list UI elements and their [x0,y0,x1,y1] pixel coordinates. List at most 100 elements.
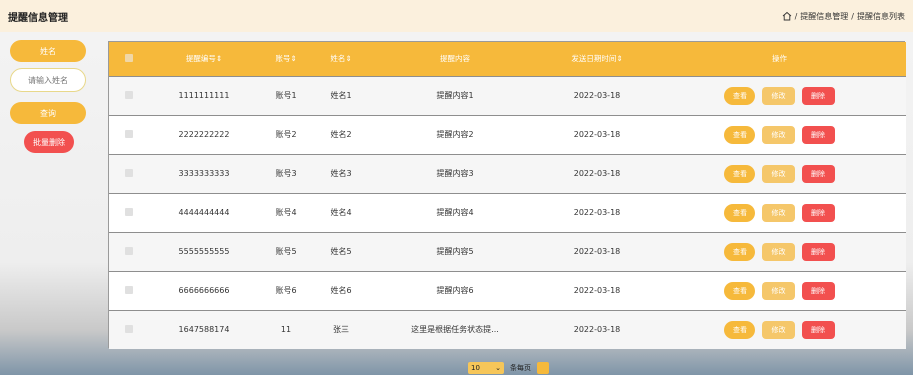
cell-date: 2022-03-18 [573,247,621,256]
cell-content: 提醒内容1 [436,91,474,100]
view-button[interactable]: 查看 [724,86,756,105]
column-header-content: 提醒内容 [440,54,470,64]
edit-button[interactable]: 修改 [762,86,795,105]
top-bar: 提醒信息管理 / 提醒信息管理 / 提醒信息列表 [0,0,913,32]
cell-content: 提醒内容4 [436,208,474,217]
row-checkbox[interactable] [125,207,133,216]
view-button[interactable]: 查看 [724,242,756,261]
row-checkbox[interactable] [125,129,133,138]
column-header-date[interactable]: 发送日期时间⇕ [541,42,653,76]
edit-button[interactable]: 修改 [762,242,795,261]
cell-content: 提醒内容5 [436,247,474,256]
row-select-cell [109,271,149,310]
per-page-label: 条每页 [510,364,531,372]
cell-name: 姓名1 [330,91,352,100]
chevron-down-icon: ⌄ [495,364,501,372]
cell-actions: 查看 修改 删除 [653,193,906,232]
row-select-cell [109,193,149,232]
page-size-select[interactable]: 10 ⌄ [468,362,504,374]
page-button[interactable] [537,362,549,374]
search-panel: 姓名 查询 批量删除 [10,40,88,153]
cell-content: 提醒内容2 [436,130,474,139]
cell-id: 1647588174 [178,325,230,335]
cell-actions: 查看 修改 删除 [653,310,906,349]
cell-date: 2022-03-18 [573,169,621,178]
cell-id: 1111111111 [178,91,230,100]
delete-button[interactable]: 删除 [801,125,835,144]
delete-button[interactable]: 删除 [801,164,835,183]
column-header-id[interactable]: 提醒编号⇕ [149,42,259,76]
delete-button[interactable]: 删除 [801,203,835,222]
breadcrumb: / 提醒信息管理 / 提醒信息列表 [782,11,905,22]
reminder-table: 提醒编号⇕ 账号⇕ 姓名⇕ 提醒内容 发送日期时间⇕ 操作 1111111111… [108,41,906,349]
cell-date: 2022-03-18 [573,91,621,100]
cell-actions: 查看 修改 删除 [653,232,906,271]
cell-id: 3333333333 [178,169,230,178]
cell-id: 6666666666 [178,286,230,295]
row-select-cell [109,232,149,271]
row-checkbox[interactable] [125,324,133,333]
breadcrumb-item-manage[interactable]: 提醒信息管理 [800,11,848,22]
delete-button[interactable]: 删除 [801,242,835,261]
cell-actions: 查看 修改 删除 [653,154,906,193]
edit-button[interactable]: 修改 [762,281,795,300]
cell-account: 账号3 [275,169,297,178]
cell-account: 账号6 [275,286,297,295]
cell-name: 姓名4 [330,208,352,217]
cell-actions: 查看 修改 删除 [653,115,906,154]
row-checkbox[interactable] [125,285,133,294]
edit-button[interactable]: 修改 [762,164,795,183]
delete-button[interactable]: 删除 [801,320,835,339]
breadcrumb-item-list: 提醒信息列表 [857,11,905,21]
select-all-checkbox[interactable] [125,53,133,62]
column-header-actions: 操作 [772,54,787,64]
cell-name: 姓名3 [330,169,352,178]
row-checkbox[interactable] [125,168,133,177]
table-row: 1647588174 11 张三 这里是根据任务状态提... 2022-03-1… [109,310,906,349]
cell-name: 姓名6 [330,286,352,295]
view-button[interactable]: 查看 [724,203,756,222]
view-button[interactable]: 查看 [724,164,756,183]
cell-date: 2022-03-18 [573,208,621,217]
view-button[interactable]: 查看 [724,320,756,339]
table-row: 1111111111 账号1 姓名1 提醒内容1 2022-03-18 查看 修… [109,76,906,115]
row-select-cell [109,76,149,115]
batch-delete-button[interactable]: 批量删除 [24,131,74,153]
view-button[interactable]: 查看 [724,125,756,144]
cell-date: 2022-03-18 [573,325,621,335]
breadcrumb-separator: / [794,11,798,21]
cell-name: 姓名2 [330,130,352,139]
cell-id: 5555555555 [178,247,230,256]
row-select-cell [109,310,149,349]
table-row: 2222222222 账号2 姓名2 提醒内容2 2022-03-18 查看 修… [109,115,906,154]
cell-actions: 查看 修改 删除 [653,76,906,115]
cell-account: 账号1 [275,91,297,100]
query-button[interactable]: 查询 [10,102,86,124]
column-header-account[interactable]: 账号⇕ [259,42,313,76]
row-select-cell [109,154,149,193]
cell-account: 11 [280,325,292,335]
name-search-input[interactable] [10,68,86,92]
edit-button[interactable]: 修改 [762,203,795,222]
column-header-name[interactable]: 姓名⇕ [313,42,369,76]
delete-button[interactable]: 删除 [801,86,835,105]
edit-button[interactable]: 修改 [762,125,795,144]
page-title: 提醒信息管理 [8,12,68,24]
row-checkbox[interactable] [125,90,133,99]
view-button[interactable]: 查看 [724,281,756,300]
table-row: 6666666666 账号6 姓名6 提醒内容6 2022-03-18 查看 修… [109,271,906,310]
cell-name: 姓名5 [330,247,352,256]
table-header-row: 提醒编号⇕ 账号⇕ 姓名⇕ 提醒内容 发送日期时间⇕ 操作 [109,42,906,76]
breadcrumb-separator: / [851,11,854,21]
edit-button[interactable]: 修改 [762,320,795,339]
cell-id: 4444444444 [178,208,230,217]
cell-content: 这里是根据任务状态提... [411,325,499,335]
cell-actions: 查看 修改 删除 [653,271,906,310]
cell-name: 张三 [333,325,349,335]
row-checkbox[interactable] [125,246,133,255]
row-select-cell [109,115,149,154]
cell-content: 提醒内容6 [436,286,474,295]
delete-button[interactable]: 删除 [801,281,835,300]
home-icon[interactable] [782,11,792,21]
name-label: 姓名 [10,40,86,62]
